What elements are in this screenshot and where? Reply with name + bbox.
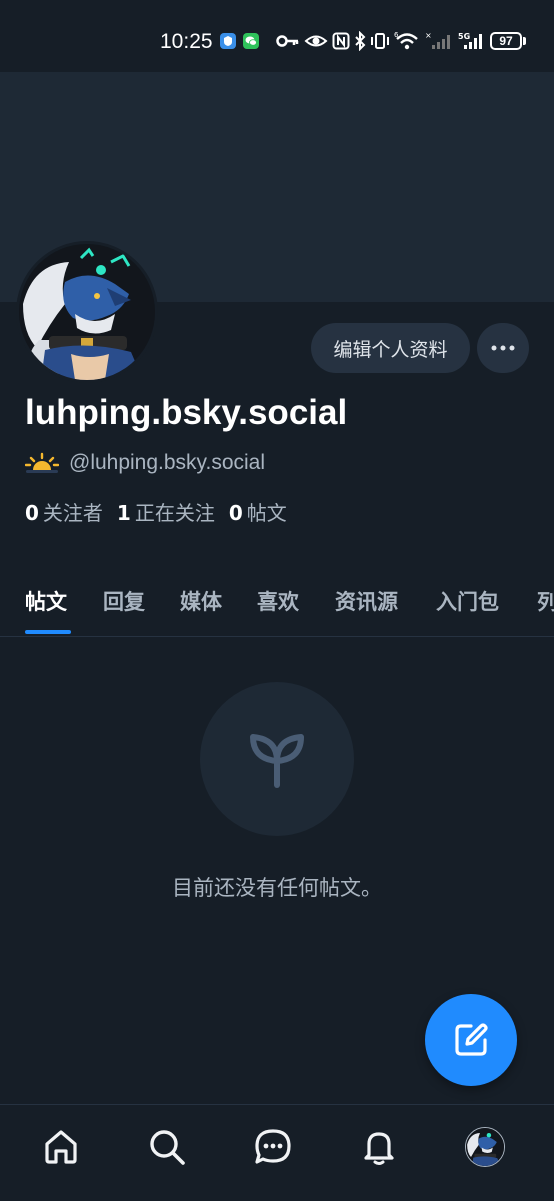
empty-state-text: 目前还没有任何帖文。	[172, 876, 382, 900]
battery-level: 97	[490, 32, 522, 50]
nfc-icon	[332, 32, 350, 50]
tab-lists[interactable]: 列	[537, 586, 554, 616]
status-bar: 10:25 6 × 5G 97	[0, 0, 554, 72]
nav-profile[interactable]	[463, 1125, 507, 1169]
profile-stats: 0 关注者 1 正在关注 0 帖文	[25, 497, 287, 526]
shield-app-icon	[220, 33, 236, 49]
more-options-button[interactable]	[477, 323, 529, 373]
key-icon	[276, 35, 299, 47]
nav-chat[interactable]	[251, 1125, 295, 1169]
svg-text:×: ×	[425, 31, 432, 40]
nav-search[interactable]	[145, 1125, 189, 1169]
compose-icon	[455, 1023, 488, 1056]
svg-text:5G: 5G	[458, 32, 470, 41]
compose-post-button[interactable]	[425, 994, 517, 1086]
edit-profile-button[interactable]: 编辑个人资料	[311, 323, 470, 373]
profile-tabs: 帖文 回复 媒体 喜欢 资讯源 入门包 列	[0, 568, 554, 637]
wechat-icon	[243, 33, 259, 49]
bluetooth-icon	[355, 31, 366, 51]
search-icon	[150, 1130, 185, 1165]
tab-starter-packs[interactable]: 入门包	[436, 586, 499, 616]
signal-5g-icon: 5G	[458, 32, 482, 49]
tab-feeds[interactable]: 资讯源	[335, 586, 398, 616]
status-time: 10:25	[160, 30, 213, 53]
chat-icon	[255, 1129, 291, 1164]
active-tab-indicator	[25, 630, 71, 634]
tab-media[interactable]: 媒体	[180, 586, 222, 616]
profile-handle: @luhping.bsky.social	[69, 451, 266, 474]
svg-text:6: 6	[394, 31, 399, 39]
tab-posts[interactable]: 帖文	[25, 586, 67, 616]
bell-icon	[364, 1132, 394, 1165]
home-icon	[45, 1130, 77, 1164]
profile-avatar[interactable]	[16, 241, 158, 383]
following-stat[interactable]: 1 正在关注	[117, 497, 215, 526]
nav-notifications[interactable]	[357, 1125, 401, 1169]
handle-row: @luhping.bsky.social	[25, 450, 265, 476]
signal-icon: ×	[425, 31, 450, 49]
bottom-navigation	[0, 1104, 554, 1201]
display-name: luhping.bsky.social	[25, 393, 348, 432]
nav-home[interactable]	[39, 1125, 83, 1169]
tab-likes[interactable]: 喜欢	[257, 586, 299, 616]
tab-replies[interactable]: 回复	[103, 586, 145, 616]
battery-icon: 97	[490, 32, 526, 50]
followers-stat[interactable]: 0 关注者	[25, 497, 103, 526]
posts-stat: 0 帖文	[228, 501, 287, 525]
profile-avatar-small	[465, 1127, 505, 1167]
sprout-icon	[250, 734, 304, 788]
more-icon	[491, 345, 515, 351]
sunrise-emoji-icon	[25, 452, 59, 473]
wifi-icon: 6	[394, 31, 418, 50]
vibrate-icon	[371, 33, 389, 49]
empty-state-circle	[200, 682, 354, 836]
eye-icon	[304, 35, 328, 47]
